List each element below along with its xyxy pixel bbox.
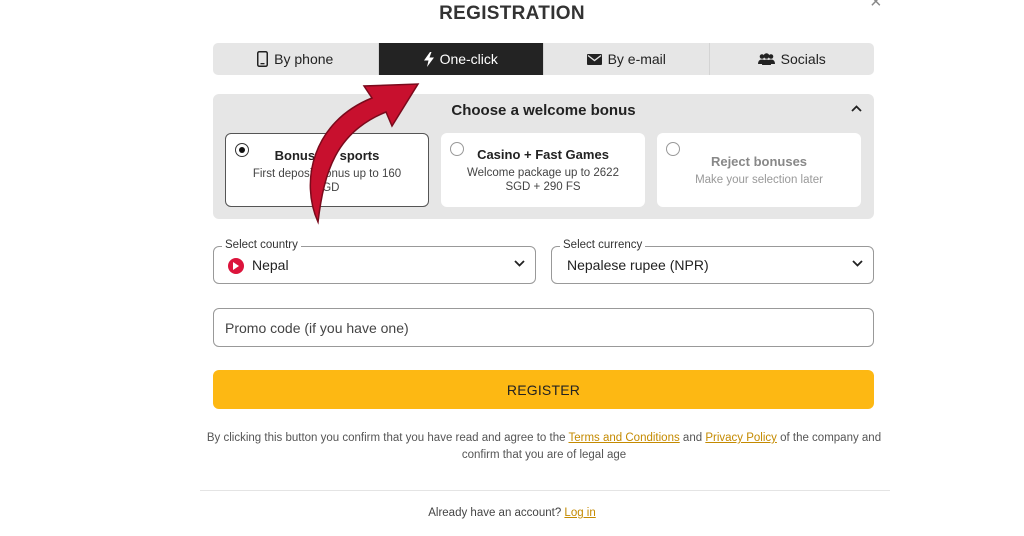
close-icon[interactable]: × [870,0,882,12]
bonus-option-desc: First deposit bonus up to 160 SGD [252,168,402,194]
nepal-flag-icon [228,258,244,274]
currency-select[interactable]: Select currency Nepalese rupee (NPR) [551,239,874,284]
tab-by-phone[interactable]: By phone [213,43,379,75]
tab-label: One-click [439,51,498,67]
envelope-icon [586,53,602,65]
login-link[interactable]: Log in [564,507,595,519]
bonus-option-casino[interactable]: Casino + Fast Games Welcome package up t… [441,133,645,207]
radio-button[interactable] [235,143,249,157]
users-icon [757,53,775,65]
tab-one-click[interactable]: One-click [378,43,544,75]
radio-button[interactable] [450,142,464,156]
bonus-option-reject[interactable]: Reject bonuses Make your selection later [657,133,861,207]
tab-socials[interactable]: Socials [710,43,875,75]
currency-label: Select currency [560,239,646,251]
bonus-option-desc: Make your selection later [695,174,823,186]
welcome-bonus-panel: Choose a welcome bonus Bonus for sports … [213,94,874,219]
legal-text: By clicking this button you confirm that… [206,432,569,444]
chevron-down-icon [514,260,525,267]
tab-by-email[interactable]: By e-mail [544,43,710,75]
register-button[interactable]: REGISTER [213,370,874,409]
legal-text: and [679,432,706,444]
chevron-up-icon[interactable] [851,105,862,112]
country-value: Nepal [252,257,289,273]
bonus-heading: Choose a welcome bonus [451,102,636,119]
country-select[interactable]: Select country Nepal [213,239,536,284]
bonus-option-title: Casino + Fast Games [477,147,609,162]
currency-value: Nepalese rupee (NPR) [567,257,709,273]
tab-label: Socials [780,51,826,67]
login-question: Already have an account? [428,507,565,519]
promo-code-field [213,308,874,347]
registration-method-tabs: By phone One-click By e-mail Socials [213,43,874,75]
radio-button[interactable] [666,142,680,156]
bonus-option-sports[interactable]: Bonus for sports First deposit bonus up … [225,133,429,207]
country-label: Select country [222,239,301,251]
lightning-icon [423,51,434,67]
bonus-option-title: Reject bonuses [710,154,808,169]
bonus-option-desc: Welcome package up to 2622 SGD + 290 FS [467,167,619,193]
phone-icon [257,51,269,67]
terms-link[interactable]: Terms and Conditions [569,432,680,444]
tab-label: By e-mail [607,51,666,67]
chevron-down-icon [852,260,863,267]
tab-label: By phone [274,51,334,67]
privacy-link[interactable]: Privacy Policy [705,432,777,444]
divider [200,490,890,491]
bonus-option-title: Bonus for sports [274,148,380,163]
login-prompt: Already have an account? Log in [0,507,1024,519]
legal-notice: By clicking this button you confirm that… [200,430,888,464]
promo-code-input[interactable] [214,309,873,346]
